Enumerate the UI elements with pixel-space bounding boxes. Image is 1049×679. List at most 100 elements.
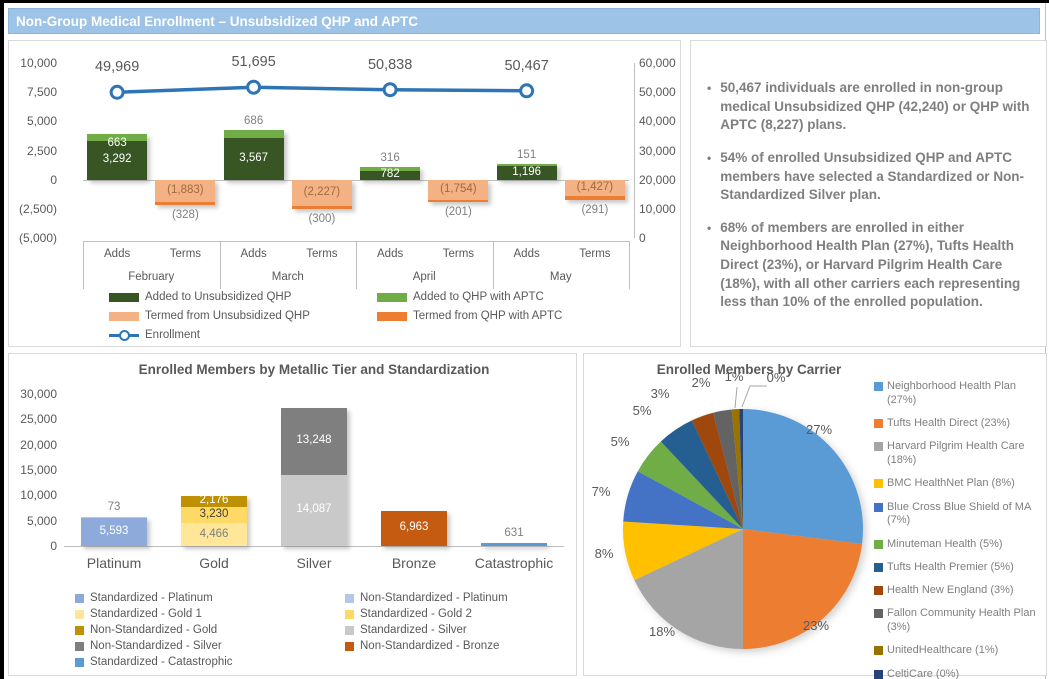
bar-value-label: 6,963 bbox=[381, 521, 447, 533]
insight-bullet: •68% of members are enrolled in either N… bbox=[707, 219, 1033, 312]
legend-swatch bbox=[874, 563, 883, 572]
legend-item[interactable]: Termed from Unsubsidized QHP bbox=[109, 310, 310, 322]
legend-item[interactable]: Non-Standardized - Platinum bbox=[345, 592, 508, 604]
pie-percent-label: 1% bbox=[725, 369, 744, 384]
legend-swatch bbox=[874, 479, 883, 488]
slot-label: Terms bbox=[155, 248, 215, 260]
adds-bar-stack[interactable]: 3,567 bbox=[224, 130, 284, 180]
bar-value-label: 5,593 bbox=[81, 525, 147, 537]
right-axis-tick: 60,000 bbox=[639, 56, 687, 70]
leader-line bbox=[735, 387, 737, 408]
bar-value-label: (2,227) bbox=[292, 186, 352, 198]
tier-category-label: Bronze bbox=[366, 555, 462, 571]
enrollment-line-marker[interactable] bbox=[111, 86, 123, 98]
pie-percent-label: 18% bbox=[649, 624, 675, 639]
legend-item[interactable]: Standardized - Silver bbox=[345, 624, 467, 636]
legend-item[interactable]: Non-Standardized - Silver bbox=[75, 640, 222, 652]
y-axis-tick: 5,000 bbox=[9, 514, 57, 528]
legend-swatch bbox=[345, 642, 354, 651]
y-axis-tick: 10,000 bbox=[9, 488, 57, 502]
adds-bar-stack[interactable]: 3,292663 bbox=[87, 134, 147, 180]
legend-swatch bbox=[874, 442, 883, 451]
adds-bar-stack[interactable]: 1,196 bbox=[497, 164, 557, 180]
legend-item[interactable]: Neighborhood Health Plan (27%) bbox=[874, 380, 1046, 408]
enrollment-line[interactable] bbox=[117, 87, 527, 92]
bar-segment-termed-qhp-aptc[interactable] bbox=[155, 202, 215, 206]
legend-label: Tufts Health Premier (5%) bbox=[887, 561, 1014, 575]
legend-item[interactable]: Standardized - Gold 2 bbox=[345, 608, 472, 620]
terms-bar-stack[interactable]: (1,883) bbox=[155, 180, 215, 206]
adds-bar-stack[interactable]: 782 bbox=[360, 167, 420, 180]
legend-item[interactable]: Health New England (3%) bbox=[874, 584, 1046, 598]
bullet-dot-icon: • bbox=[707, 149, 711, 205]
legend-item[interactable]: Added to QHP with APTC bbox=[377, 291, 544, 303]
legend-item[interactable]: Tufts Health Premier (5%) bbox=[874, 561, 1046, 575]
bar-value-label: 2,176 bbox=[181, 494, 247, 506]
legend-swatch bbox=[874, 540, 883, 549]
bar-value-label: 3,292 bbox=[87, 153, 147, 165]
insight-bullet: •54% of enrolled Unsubsidized QHP and AP… bbox=[707, 149, 1033, 205]
enrollment-line-marker[interactable] bbox=[521, 85, 533, 97]
legend-label: Blue Cross Blue Shield of MA (7%) bbox=[887, 501, 1046, 529]
bar-value-label: (300) bbox=[292, 213, 352, 225]
legend-item[interactable]: Blue Cross Blue Shield of MA (7%) bbox=[874, 501, 1046, 529]
legend-label: Standardized - Catastrophic bbox=[90, 656, 233, 668]
bar-value-label: (291) bbox=[565, 204, 625, 216]
legend-item[interactable]: Minuteman Health (5%) bbox=[874, 538, 1046, 552]
bar-segment-standardized-catastrophic[interactable] bbox=[481, 543, 547, 546]
right-axis-tick: 40,000 bbox=[639, 114, 687, 128]
legend-item[interactable]: Harvard Pilgrim Health Care (18%) bbox=[874, 440, 1046, 468]
bar-value-label: (1,427) bbox=[565, 181, 625, 193]
tier-bar-stack[interactable]: 13,24814,087 bbox=[281, 408, 347, 546]
legend-item[interactable]: Standardized - Platinum bbox=[75, 592, 213, 604]
pie-percent-label: 5% bbox=[633, 403, 652, 418]
legend-item[interactable]: Enrollment bbox=[109, 329, 200, 341]
legend-item[interactable]: Standardized - Catastrophic bbox=[75, 656, 233, 668]
tier-bar-stack[interactable]: 6,963 bbox=[381, 511, 447, 546]
pie-slice-neighborhood-health-plan[interactable] bbox=[743, 409, 863, 544]
right-axis-tick: 20,000 bbox=[639, 173, 687, 187]
legend-swatch bbox=[377, 312, 407, 321]
enrollment-value-label: 50,838 bbox=[348, 57, 432, 73]
y-axis-tick: 20,000 bbox=[9, 438, 57, 452]
enrollment-value-label: 50,467 bbox=[485, 58, 569, 74]
legend-item[interactable]: CeltiCare (0%) bbox=[874, 668, 1046, 679]
legend-item[interactable]: Added to Unsubsidized QHP bbox=[109, 291, 291, 303]
legend-item[interactable]: Tufts Health Direct (23%) bbox=[874, 417, 1046, 431]
tier-bar-stack[interactable] bbox=[481, 543, 547, 546]
bar-segment-termed-qhp-aptc[interactable] bbox=[292, 206, 352, 210]
carrier-pie-chart: 27%23%18%8%7%5%5%3%2%1%0% bbox=[584, 354, 884, 675]
enrollment-line-marker[interactable] bbox=[384, 84, 396, 96]
pie-percent-label: 0% bbox=[767, 370, 786, 385]
legend-item[interactable]: BMC HealthNet Plan (8%) bbox=[874, 477, 1046, 491]
tier-bar-stack[interactable]: 5,593 bbox=[81, 517, 147, 546]
legend-item[interactable]: Termed from QHP with APTC bbox=[377, 310, 562, 322]
legend-item[interactable]: UnitedHealthcare (1%) bbox=[874, 644, 1046, 658]
terms-bar-stack[interactable]: (1,754) bbox=[428, 180, 488, 203]
legend-item[interactable]: Non-Standardized - Bronze bbox=[345, 640, 499, 652]
legend-label: BMC HealthNet Plan (8%) bbox=[887, 477, 1015, 491]
legend-label: Neighborhood Health Plan (27%) bbox=[887, 380, 1046, 408]
tier-bar-stack[interactable]: 2,1763,2304,466 bbox=[181, 496, 247, 546]
legend-item[interactable]: Non-Standardized - Gold bbox=[75, 624, 217, 636]
legend-item[interactable]: Fallon Community Health Plan (3%) bbox=[874, 607, 1046, 635]
legend-label: Standardized - Platinum bbox=[90, 592, 213, 604]
adds-terms-enrollment-panel: 10,0007,5005,0002,5000(2,500)(5,000)60,0… bbox=[8, 40, 681, 347]
slot-label: Terms bbox=[428, 248, 488, 260]
bar-value-label: 1,196 bbox=[497, 166, 557, 178]
legend-swatch bbox=[874, 670, 883, 679]
tier-category-label: Platinum bbox=[66, 555, 162, 571]
bar-segment-termed-qhp-aptc[interactable] bbox=[428, 200, 488, 202]
legend-item[interactable]: Standardized - Gold 1 bbox=[75, 608, 202, 620]
legend-label: Enrollment bbox=[145, 329, 200, 341]
terms-bar-stack[interactable]: (1,427) bbox=[565, 180, 625, 200]
month-label: May bbox=[493, 271, 630, 283]
legend-label: Non-Standardized - Bronze bbox=[360, 640, 499, 652]
page-title: Non-Group Medical Enrollment – Unsubsidi… bbox=[8, 8, 1040, 34]
terms-bar-stack[interactable]: (2,227) bbox=[292, 180, 352, 209]
enrollment-line-marker[interactable] bbox=[248, 81, 260, 93]
bar-segment-added-qhp-aptc[interactable] bbox=[224, 130, 284, 138]
bar-segment-termed-qhp-aptc[interactable] bbox=[565, 196, 625, 199]
legend-label: UnitedHealthcare (1%) bbox=[887, 644, 998, 658]
legend-swatch bbox=[874, 382, 883, 391]
